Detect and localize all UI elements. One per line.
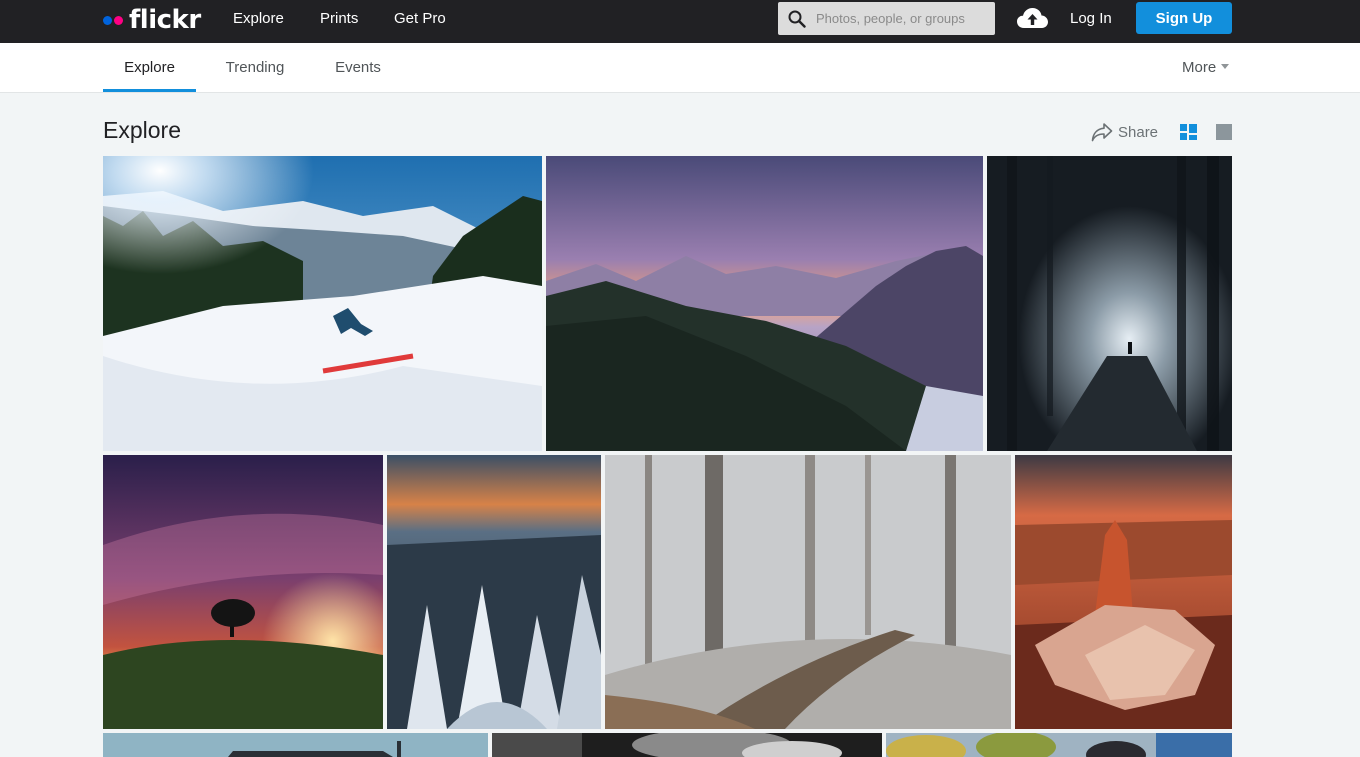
photo-foliage[interactable]	[886, 733, 1232, 757]
share-button[interactable]: Share	[1091, 121, 1158, 143]
nav-get-pro-link[interactable]: Get Pro	[394, 10, 446, 27]
photo-skier[interactable]	[103, 156, 542, 451]
top-navigation-bar: flickr Explore Prints Get Pro Log In Sig…	[0, 0, 1360, 43]
photo-red-canyon[interactable]	[1015, 455, 1232, 729]
nav-prints-link[interactable]: Prints	[320, 10, 358, 27]
photo-mountain-sunset[interactable]	[546, 156, 983, 451]
photo-frosted-woods[interactable]	[605, 455, 1011, 729]
share-label: Share	[1118, 123, 1159, 141]
tab-events[interactable]: Events	[326, 43, 390, 93]
photo-building-image	[103, 733, 488, 757]
justified-view-icon[interactable]	[1180, 124, 1197, 140]
tab-trending[interactable]: Trending	[216, 43, 294, 93]
photo-bw-trees-image	[492, 733, 882, 757]
upload-cloud-icon[interactable]	[1016, 6, 1049, 30]
logo-wordmark: flickr	[129, 5, 201, 35]
photo-building[interactable]	[103, 733, 488, 757]
photo-mountain-sunset-image	[546, 156, 983, 451]
photo-red-canyon-image	[1015, 455, 1232, 729]
photo-misty-forest[interactable]	[987, 156, 1232, 451]
photo-milky-way-tree[interactable]	[103, 455, 383, 729]
more-label: More	[1182, 59, 1217, 76]
single-view-icon[interactable]	[1216, 124, 1232, 140]
nav-explore-link[interactable]: Explore	[233, 10, 284, 27]
flickr-logo[interactable]: flickr	[103, 5, 201, 35]
photo-misty-forest-image	[987, 156, 1232, 451]
search-box[interactable]	[778, 2, 995, 35]
photo-skier-image	[103, 156, 542, 451]
photo-bw-trees[interactable]	[492, 733, 882, 757]
active-tab-indicator	[103, 89, 196, 92]
photo-foliage-image	[886, 733, 1232, 757]
sign-up-button[interactable]: Sign Up	[1136, 2, 1232, 34]
search-icon[interactable]	[788, 10, 806, 28]
tab-explore[interactable]: Explore	[103, 43, 196, 93]
logo-blue-dot-icon	[103, 15, 112, 25]
login-link[interactable]: Log In	[1070, 10, 1112, 27]
share-arrow-icon	[1091, 123, 1113, 142]
photo-milky-way-tree-image	[103, 455, 383, 729]
photo-snowy-pines[interactable]	[387, 455, 601, 729]
photo-snowy-pines-image	[387, 455, 601, 729]
logo-pink-dot-icon	[114, 15, 123, 25]
photo-frosted-woods-image	[605, 455, 1011, 729]
caret-down-icon	[1221, 63, 1230, 69]
search-input[interactable]	[816, 2, 991, 35]
sub-navigation: Explore Trending Events More	[0, 43, 1360, 93]
page-title: Explore	[103, 117, 181, 143]
more-menu-button[interactable]: More	[1182, 43, 1230, 93]
